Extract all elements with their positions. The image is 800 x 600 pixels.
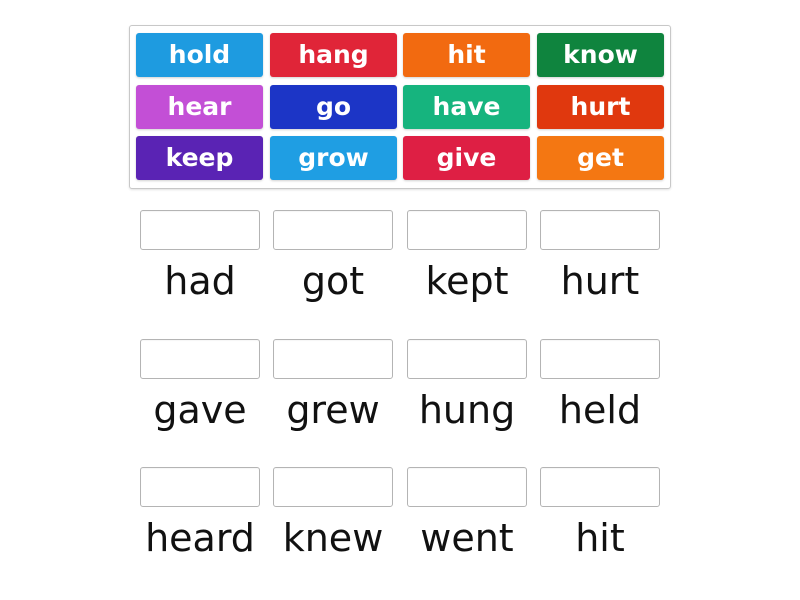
drop-slot-hurt[interactable] xyxy=(540,210,660,250)
word-tile-hang[interactable]: hang xyxy=(270,33,397,77)
answer-label-had: had xyxy=(164,259,236,303)
word-tile-give[interactable]: give xyxy=(403,136,530,180)
answer-label-knew: knew xyxy=(282,516,384,560)
drop-slot-hit[interactable] xyxy=(540,467,660,507)
drop-slot-gave[interactable] xyxy=(140,339,260,379)
drop-slot-heard[interactable] xyxy=(140,467,260,507)
answer-label-grew: grew xyxy=(286,388,380,432)
drop-slot-had[interactable] xyxy=(140,210,260,250)
answer-label-went: went xyxy=(420,516,514,560)
drop-slot-kept[interactable] xyxy=(407,210,527,250)
answer-label-hung: hung xyxy=(418,388,516,432)
drop-slot-got[interactable] xyxy=(273,210,393,250)
word-tile-hurt[interactable]: hurt xyxy=(537,85,664,129)
drop-slot-grew[interactable] xyxy=(273,339,393,379)
word-tile-bank: hold hang hit know hear go have hurt keep grow giv… xyxy=(129,25,671,189)
answer-label-hit: hit xyxy=(575,516,625,560)
word-tile-hold[interactable]: hold xyxy=(136,33,263,77)
answer-label-gave: gave xyxy=(153,388,247,432)
drop-slot-went[interactable] xyxy=(407,467,527,507)
answer-label-heard: heard xyxy=(145,516,255,560)
answer-label-held: held xyxy=(558,388,642,432)
answer-label-hurt: hurt xyxy=(560,259,640,303)
drop-slot-held[interactable] xyxy=(540,339,660,379)
word-tile-keep[interactable]: keep xyxy=(136,136,263,180)
drop-slot-hung[interactable] xyxy=(407,339,527,379)
word-tile-hear[interactable]: hear xyxy=(136,85,263,129)
answer-label-kept: kept xyxy=(425,259,509,303)
word-tile-grow[interactable]: grow xyxy=(270,136,397,180)
drop-slot-knew[interactable] xyxy=(273,467,393,507)
word-tile-get[interactable]: get xyxy=(537,136,664,180)
word-tile-know[interactable]: know xyxy=(537,33,664,77)
word-tile-have[interactable]: have xyxy=(403,85,530,129)
word-tile-hit[interactable]: hit xyxy=(403,33,530,77)
answer-label-got: got xyxy=(301,259,365,303)
word-tile-go[interactable]: go xyxy=(270,85,397,129)
